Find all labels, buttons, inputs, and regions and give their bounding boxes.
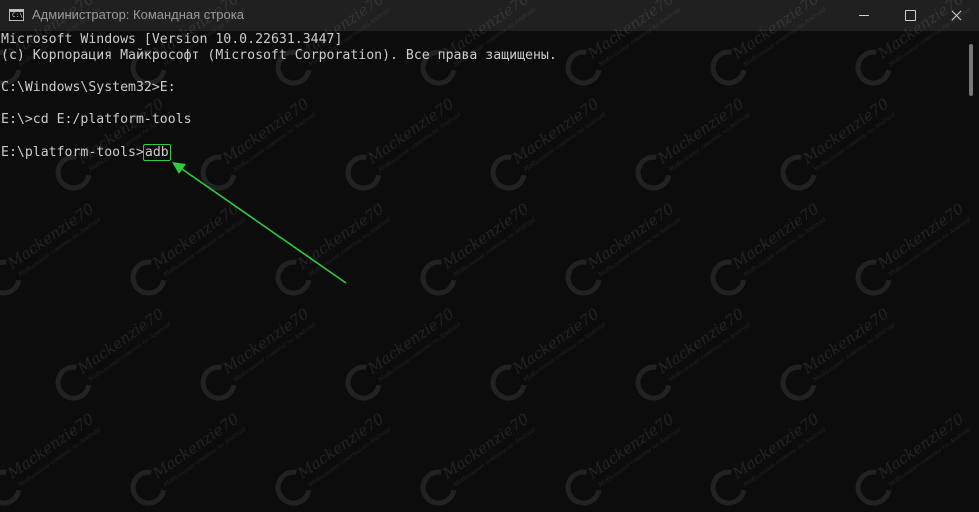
- console-line: C:\Windows\System32>E:: [1, 80, 176, 95]
- scrollbar-thumb[interactable]: [969, 44, 973, 96]
- minimize-button[interactable]: [841, 0, 887, 31]
- cmd-icon: C:\: [9, 9, 24, 21]
- console-line: (c) Корпорация Майкрософт (Microsoft Cor…: [1, 48, 557, 63]
- window-title: Администратор: Командная строка: [32, 7, 244, 22]
- highlighted-command: adb: [142, 144, 171, 161]
- cmd-icon-glyph: C:\: [12, 12, 23, 19]
- console-line: E:\>cd E:/platform-tools: [1, 112, 192, 127]
- cmd-window: C:\ Администратор: Командная строка Micr…: [0, 0, 979, 512]
- command-prompt: E:\platform-tools>: [1, 145, 144, 160]
- title-bar[interactable]: C:\ Администратор: Командная строка: [0, 0, 979, 31]
- console-line: Microsoft Windows [Version 10.0.22631.34…: [1, 32, 343, 47]
- close-button[interactable]: [933, 0, 979, 31]
- console-output[interactable]: Microsoft Windows [Version 10.0.22631.34…: [0, 31, 964, 512]
- maximize-button[interactable]: [887, 0, 933, 31]
- current-input-line[interactable]: E:\platform-tools>adb: [1, 144, 171, 161]
- vertical-scrollbar[interactable]: [964, 31, 979, 512]
